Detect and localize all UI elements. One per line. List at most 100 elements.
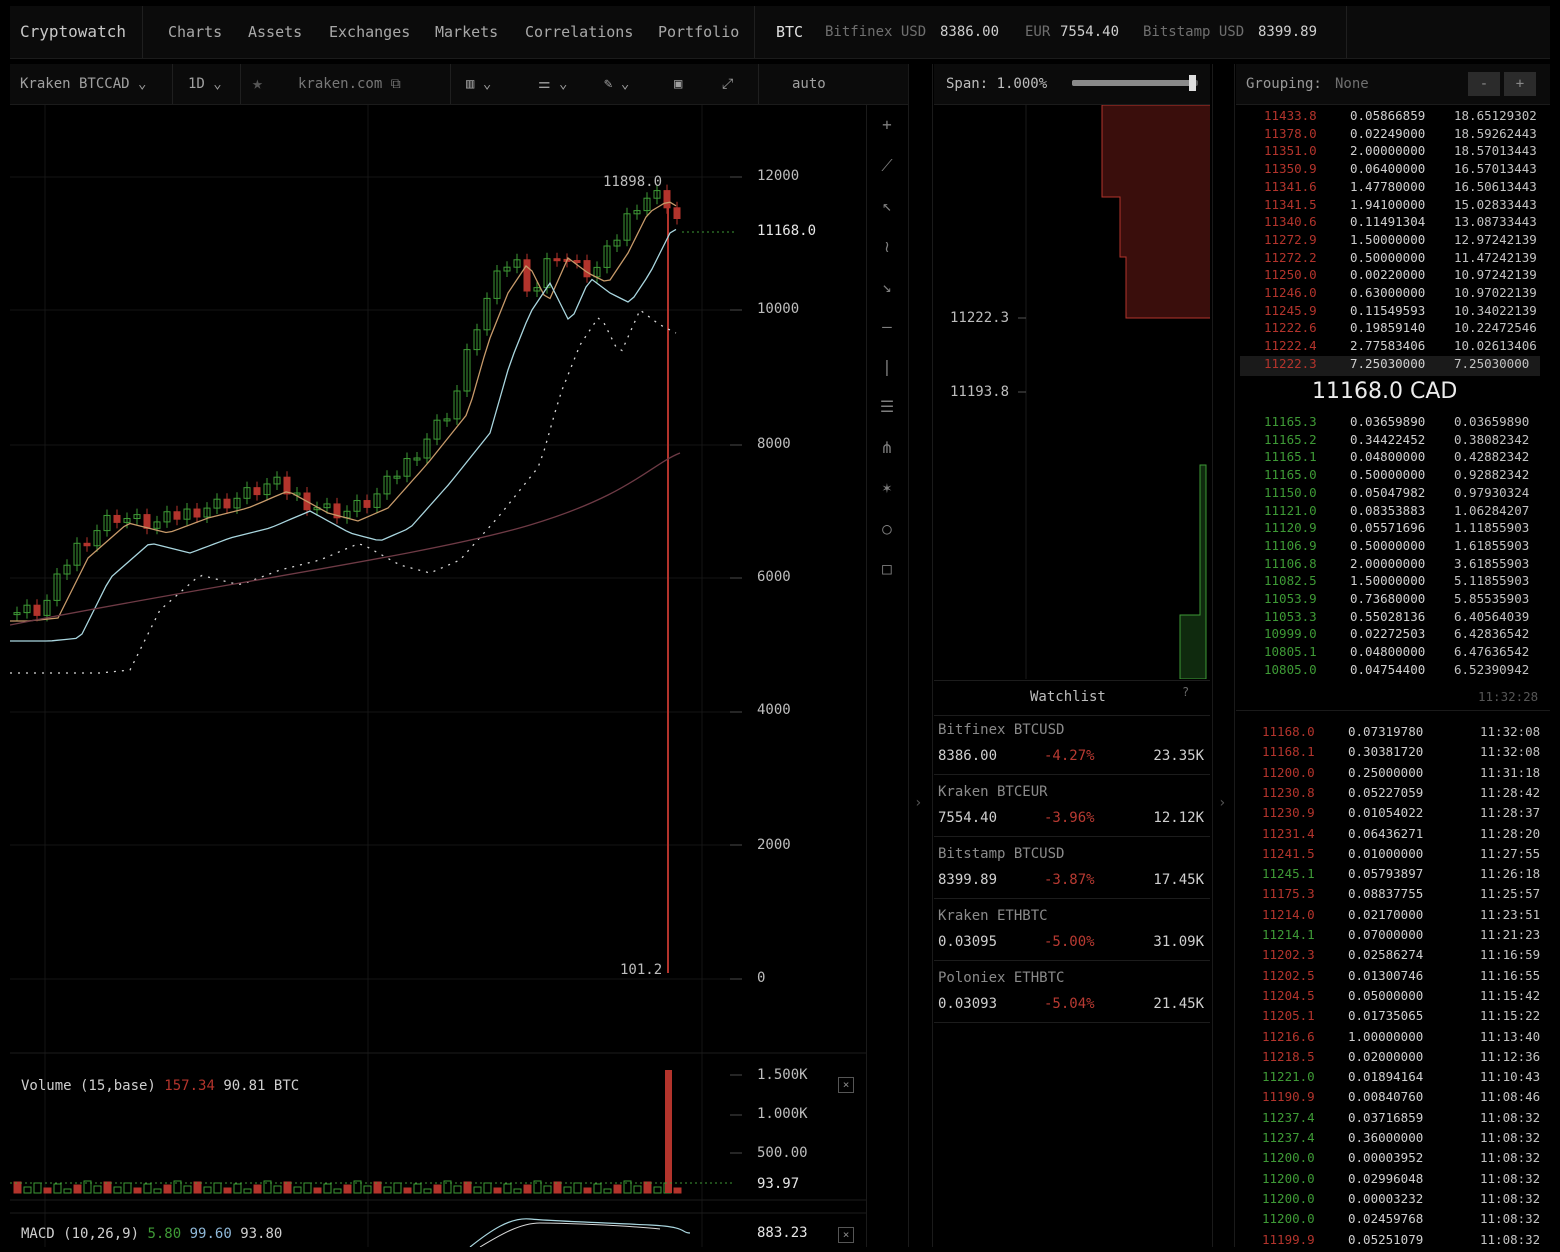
- order-price: 10805.0: [1264, 661, 1317, 677]
- order-total: 10.02613406: [1454, 338, 1537, 354]
- crosshair-icon[interactable]: +: [877, 115, 897, 135]
- trade-row: 11230.9 0.01054022 11:28:37: [1240, 805, 1540, 825]
- curve-tool-icon[interactable]: ≀: [877, 237, 897, 257]
- close-macd-icon[interactable]: ×: [838, 1227, 854, 1243]
- collapse-left-icon[interactable]: ›: [914, 795, 922, 811]
- chevron-down-icon: ⌄: [213, 76, 222, 92]
- watchlist-item[interactable]: Bitstamp BTCUSD 8399.89 -3.87% 17.45K: [934, 838, 1210, 899]
- gann-fan-icon[interactable]: ✶: [877, 478, 897, 498]
- scale-mode[interactable]: auto: [792, 64, 826, 104]
- trade-time: 11:21:23: [1480, 927, 1541, 942]
- watchlist-item[interactable]: Bitfinex BTCUSD 8386.00 -4.27% 23.35K: [934, 714, 1210, 775]
- horizontal-line-icon[interactable]: —: [877, 317, 897, 337]
- trade-amount: 0.07319780: [1348, 724, 1424, 739]
- watchlist-item[interactable]: Kraken BTCEUR 7554.40 -3.96% 12.12K: [934, 776, 1210, 837]
- price-chart-area[interactable]: [10, 105, 866, 1247]
- nav-correlations-link[interactable]: Correlations: [525, 6, 633, 58]
- trade-time: 11:08:32: [1480, 1211, 1541, 1227]
- span-slider-handle[interactable]: [1188, 75, 1196, 91]
- trade-amount: 0.02459768: [1348, 1211, 1424, 1227]
- order-amount: 0.05571696: [1350, 520, 1426, 536]
- candle: [583, 260, 591, 278]
- watchlist-item[interactable]: Poloniex ETHBTC 0.03093 -5.04% 21.45K: [934, 962, 1210, 1023]
- price-axis-label: 6000: [757, 569, 791, 585]
- volume-current-label: 93.97: [757, 1176, 800, 1192]
- ray-tool-icon[interactable]: ↖: [877, 196, 897, 216]
- trade-amount: 1.00000000: [1348, 1028, 1424, 1044]
- volume-bar: [243, 1188, 252, 1194]
- help-icon[interactable]: ?: [1182, 685, 1189, 699]
- line-tool-icon[interactable]: ⟋: [877, 156, 897, 176]
- asset-label[interactable]: BTC: [776, 6, 803, 58]
- trade-amount: 0.36000000: [1348, 1130, 1424, 1145]
- fibonacci-icon[interactable]: ☰: [877, 397, 897, 417]
- arrow-tool-icon[interactable]: ↘: [877, 277, 897, 297]
- trade-time: 11:12:36: [1480, 1048, 1541, 1064]
- volume-title: Volume (15,base): [21, 1078, 156, 1094]
- draw-pencil-icon[interactable]: ✎ ⌄: [604, 64, 629, 104]
- span-slider[interactable]: [1072, 75, 1198, 91]
- brand-logo[interactable]: Cryptowatch: [20, 6, 126, 58]
- trade-time: 11:08:32: [1480, 1190, 1541, 1206]
- exchange-link[interactable]: kraken.com ⧉: [298, 64, 401, 104]
- order-price: 11246.0: [1264, 285, 1317, 300]
- interval-selector[interactable]: 1D ⌄: [188, 64, 222, 104]
- price-axis-label: 8000: [757, 436, 791, 452]
- order-amount: 0.06400000: [1350, 161, 1426, 177]
- volume-axis-label: 1.500K: [757, 1067, 808, 1083]
- watchlist-item[interactable]: Kraken ETHBTC 0.03095 -5.00% 31.09K: [934, 900, 1210, 961]
- nav-portfolio-link[interactable]: Portfolio: [658, 6, 739, 58]
- grouping-decrease-button[interactable]: -: [1468, 72, 1500, 96]
- order-price: 10805.1: [1264, 644, 1317, 660]
- volume-bar: [283, 1181, 292, 1194]
- nav-markets-link[interactable]: Markets: [435, 6, 498, 58]
- trade-price: 11200.0: [1262, 1170, 1315, 1186]
- order-amount: 2.00000000: [1350, 555, 1426, 571]
- market-selector[interactable]: Kraken BTCCAD ⌄: [20, 64, 146, 104]
- order-total: 10.22472546: [1454, 320, 1537, 336]
- trade-time: 11:16:55: [1480, 967, 1541, 983]
- candle: [553, 258, 561, 262]
- pitchfork-icon[interactable]: ⋔: [877, 438, 897, 458]
- collapse-right-icon[interactable]: ›: [1218, 795, 1226, 811]
- volume-bar: [223, 1187, 232, 1194]
- trade-price: 11230.8: [1262, 784, 1315, 800]
- vertical-line-icon[interactable]: |: [877, 357, 897, 377]
- close-volume-icon[interactable]: ×: [838, 1077, 854, 1093]
- order-amount: 1.94100000: [1350, 196, 1426, 212]
- order-total: 13.08733443: [1454, 214, 1537, 230]
- trade-row: 11245.1 0.05793897 11:26:18: [1240, 866, 1540, 886]
- indicators-icon[interactable]: ⚌ ⌄: [538, 64, 567, 104]
- rectangle-tool-icon[interactable]: □: [877, 559, 897, 579]
- screenshot-icon[interactable]: ▣: [674, 64, 682, 104]
- star-icon[interactable]: ★: [252, 64, 263, 104]
- fullscreen-icon[interactable]: ⤢: [722, 64, 733, 104]
- trade-price: 11168.0: [1262, 724, 1315, 739]
- trade-amount: 0.00003232: [1348, 1190, 1424, 1206]
- candle-type-icon[interactable]: ▥ ⌄: [466, 64, 491, 104]
- grouping-increase-button[interactable]: +: [1504, 72, 1536, 96]
- bid-row[interactable]: 10805.0 0.04754400 6.52390942: [1240, 662, 1540, 682]
- volume-bar: [43, 1187, 52, 1194]
- volume-bar: [643, 1181, 652, 1194]
- order-total: 16.50613443: [1454, 178, 1537, 194]
- circle-tool-icon[interactable]: ○: [877, 519, 897, 539]
- trade-amount: 0.02170000: [1348, 906, 1424, 922]
- trade-amount: 0.05227059: [1348, 784, 1424, 800]
- trade-row: 11237.4 0.03716859 11:08:32: [1240, 1110, 1540, 1130]
- order-total: 5.11855903: [1454, 573, 1530, 589]
- volume-bar: [673, 1187, 682, 1194]
- volume-bar: [153, 1188, 162, 1194]
- trade-time: 11:13:40: [1480, 1028, 1541, 1044]
- candle: [283, 476, 291, 495]
- ticker-bitfinex-value: 8386.00: [940, 24, 1000, 40]
- volume-bar: [593, 1183, 602, 1194]
- grouping-value[interactable]: None: [1335, 64, 1369, 104]
- macd-value-2: 99.60: [189, 1226, 232, 1242]
- nav-charts-link[interactable]: Charts: [168, 6, 222, 58]
- trade-price: 11230.9: [1262, 805, 1315, 821]
- nav-exchanges-link[interactable]: Exchanges: [329, 6, 410, 58]
- nav-assets-link[interactable]: Assets: [248, 6, 302, 58]
- ask-row[interactable]: 11222.3 7.25030000 7.25030000: [1240, 355, 1540, 376]
- candlestick-chart[interactable]: [10, 105, 866, 1247]
